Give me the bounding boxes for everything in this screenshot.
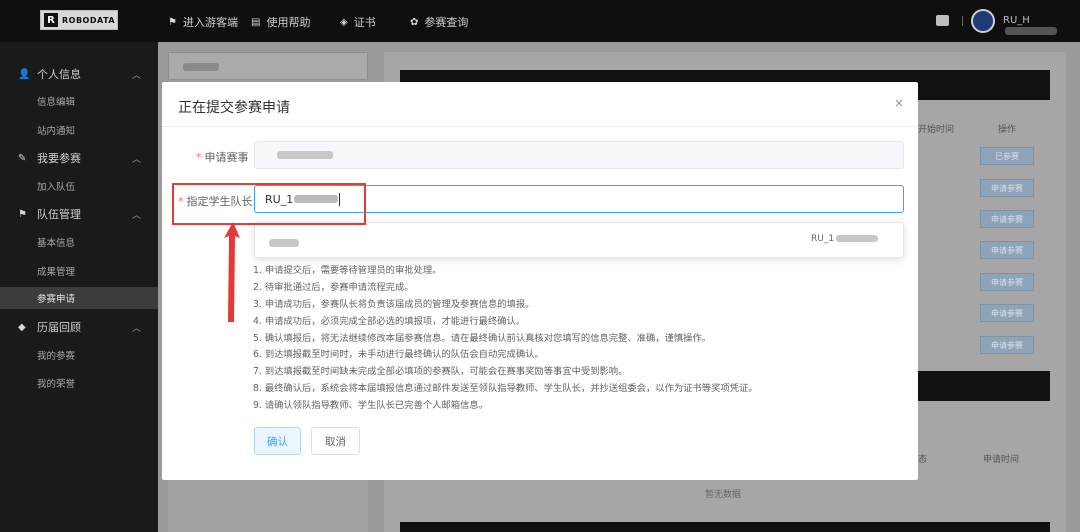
annotation-arrow-icon [224,222,240,322]
